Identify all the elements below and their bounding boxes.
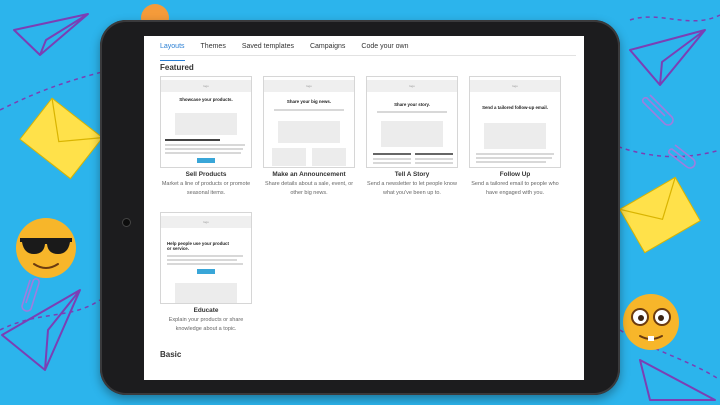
section-title-featured: Featured <box>160 63 194 72</box>
template-description: Explain your products or share knowledge… <box>168 317 244 332</box>
template-title: Tell A Story <box>394 171 430 178</box>
paper-plane-icon <box>639 359 716 401</box>
template-description: Market a line of products or promote sea… <box>161 181 251 196</box>
image-placeholder-icon <box>175 113 237 135</box>
sunglasses-emoji-icon <box>16 218 76 278</box>
template-card-follow-up[interactable]: logo Send a tailored follow-up email. Fo… <box>469 76 561 198</box>
template-title: Make an Announcement <box>272 171 346 178</box>
tab-bar: Layouts Themes Saved templates Campaigns… <box>160 41 584 61</box>
thumb-text-line <box>167 263 243 265</box>
image-placeholder-icon <box>278 121 340 143</box>
thumb-text-line <box>165 148 243 150</box>
thumb-cta-button <box>197 269 215 274</box>
thumb-text-line <box>167 259 237 261</box>
paperclip-icon <box>641 94 674 126</box>
thumb-logo: logo <box>470 80 560 92</box>
nerd-emoji-icon <box>623 294 679 350</box>
home-button-icon <box>122 218 131 227</box>
thumb-logo: logo <box>161 80 251 92</box>
template-thumbnail[interactable]: logo Share your big news. <box>263 76 355 168</box>
tab-divider <box>160 55 576 56</box>
thumb-text-line <box>415 153 453 155</box>
thumb-logo: logo <box>161 216 251 228</box>
thumb-heading: Send a tailored follow-up email. <box>482 105 548 110</box>
tab-campaigns[interactable]: Campaigns <box>310 41 345 61</box>
image-placeholder-icon <box>484 123 546 149</box>
template-title: Educate <box>193 307 219 314</box>
thumb-text-line <box>274 109 344 111</box>
template-description: Send a newsletter to let people know wha… <box>367 181 457 196</box>
image-placeholder-icon <box>381 121 443 147</box>
tab-code-your-own[interactable]: Code your own <box>361 41 408 61</box>
paperclip-icon <box>21 278 40 312</box>
thumb-logo: logo <box>264 80 354 92</box>
thumb-text-line <box>415 162 453 164</box>
paperclip-icon <box>668 144 696 169</box>
image-placeholder-icon <box>312 148 346 166</box>
image-placeholder-icon <box>272 148 306 166</box>
thumb-cta-button <box>197 158 215 163</box>
template-title: Sell Products <box>185 171 227 178</box>
envelope-icon <box>19 97 104 180</box>
tab-layouts[interactable]: Layouts <box>160 41 185 61</box>
template-card-educate[interactable]: logo Help people use your product or ser… <box>160 212 252 334</box>
template-thumbnail[interactable]: logo Share your story. <box>366 76 458 168</box>
template-title: Follow Up <box>499 171 531 178</box>
thumb-heading: Share your story. <box>394 102 430 107</box>
thumb-text-line <box>165 139 220 141</box>
template-description: Send a tailored email to people who have… <box>471 181 559 196</box>
envelope-icon <box>619 176 701 254</box>
paper-plane-icon <box>629 29 706 86</box>
thumb-text-line <box>476 157 552 159</box>
section-title-basic: Basic <box>160 350 182 359</box>
tab-saved-templates[interactable]: Saved templates <box>242 41 294 61</box>
thumb-text-line <box>476 153 554 155</box>
image-placeholder-icon <box>175 283 237 303</box>
thumb-text-line <box>373 153 411 155</box>
tab-themes[interactable]: Themes <box>201 41 226 61</box>
template-thumbnail[interactable]: logo Help people use your product or ser… <box>160 212 252 304</box>
template-card-sell-products[interactable]: logo Showcase your products. Sell Produc… <box>160 76 252 198</box>
tablet-frame: Layouts Themes Saved templates Campaigns… <box>100 20 620 395</box>
template-description: Share details about a sale, event, or ot… <box>264 181 354 196</box>
template-thumbnail[interactable]: logo Send a tailored follow-up email. <box>469 76 561 168</box>
paper-plane-icon <box>13 13 89 56</box>
paper-plane-icon <box>1 289 81 371</box>
thumb-text-line <box>167 255 243 257</box>
thumb-text-line <box>476 161 546 163</box>
template-card-tell-a-story[interactable]: logo Share your story. Tell A Story Send… <box>366 76 458 198</box>
thumb-text-line <box>377 111 447 113</box>
thumb-text-line <box>165 144 245 146</box>
template-picker-screen: Layouts Themes Saved templates Campaigns… <box>144 36 584 380</box>
thumb-text-line <box>373 158 411 160</box>
thumb-text-line <box>415 158 453 160</box>
template-thumbnail[interactable]: logo Showcase your products. <box>160 76 252 168</box>
thumb-heading: Showcase your products. <box>179 97 233 102</box>
thumb-heading: Help people use your product or service. <box>167 241 229 251</box>
thumb-heading: Share your big news. <box>286 99 332 104</box>
template-card-make-an-announcement[interactable]: logo Share your big news. Make an Announ… <box>263 76 355 198</box>
thumb-text-line <box>165 152 241 154</box>
thumb-logo: logo <box>367 80 457 92</box>
thumb-text-line <box>373 162 411 164</box>
